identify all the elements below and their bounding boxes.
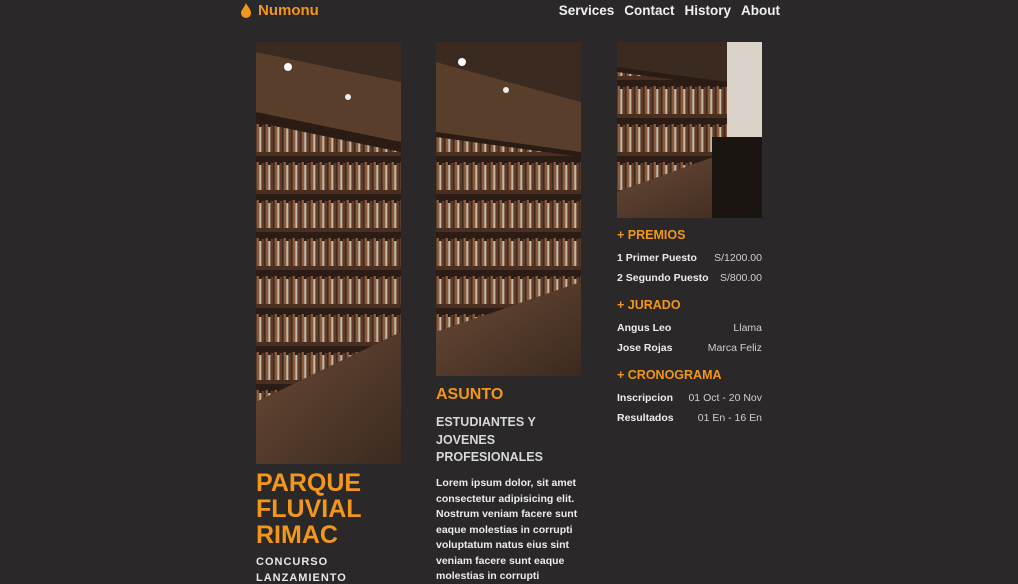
premios-section: + PREMIOS 1 Primer Puesto S/1200.00 2 Se… — [617, 228, 762, 288]
jurado-name: Jose Rojas — [617, 342, 673, 354]
library-photo-2 — [436, 42, 581, 376]
brand-name: Numonu — [258, 2, 319, 19]
flame-icon — [241, 2, 251, 18]
jurado-org: Llama — [733, 322, 762, 334]
premio-value: S/1200.00 — [714, 252, 762, 264]
nav-link-about[interactable]: About — [741, 3, 780, 18]
top-navbar: Numonu Services Contact History About — [0, 0, 1018, 22]
brand-logo[interactable]: Numonu — [240, 2, 319, 19]
library-photo-3 — [617, 42, 762, 218]
nav-link-history[interactable]: History — [685, 3, 732, 18]
library-photo-1 — [256, 42, 401, 464]
asunto-subheading: ESTUDIANTES Y JOVENES PROFESIONALES — [436, 415, 543, 464]
nav-link-contact[interactable]: Contact — [624, 3, 674, 18]
project-subtitle: CONCURSO LANZAMIENTO — [256, 556, 347, 584]
jurado-org: Marca Feliz — [707, 342, 762, 354]
jurado-section: + JURADO Angus Leo Llama Jose Rojas Marc… — [617, 298, 762, 358]
nav-link-services[interactable]: Services — [559, 3, 615, 18]
cronograma-label: Inscripcion — [617, 392, 674, 404]
premio-row: 2 Segundo Puesto S/800.00 — [617, 268, 762, 288]
project-title: PARQUE FLUVIAL RIMAC — [256, 469, 362, 549]
jurado-name: Angus Leo — [617, 322, 672, 334]
nav-menu: Services Contact History About — [559, 3, 780, 18]
cronograma-section: + CRONOGRAMA Inscripcion 01 Oct - 20 Nov… — [617, 368, 762, 428]
cronograma-date: 01 En - 16 En — [697, 412, 762, 424]
cronograma-row: Inscripcion 01 Oct - 20 Nov — [617, 388, 762, 408]
asunto-body: Lorem ipsum dolor, sit amet consectetur … — [436, 477, 578, 582]
premio-label: 2 Segundo Puesto — [617, 272, 709, 284]
cronograma-label: Resultados — [617, 412, 674, 424]
cronograma-date: 01 Oct - 20 Nov — [688, 392, 762, 404]
asunto-heading: ASUNTO — [436, 386, 504, 403]
cronograma-heading: + CRONOGRAMA — [617, 368, 722, 382]
premio-row: 1 Primer Puesto S/1200.00 — [617, 248, 762, 268]
premio-value: S/800.00 — [719, 272, 762, 284]
jurado-row: Jose Rojas Marca Feliz — [617, 338, 762, 358]
cronograma-row: Resultados 01 En - 16 En — [617, 408, 762, 428]
jurado-heading: + JURADO — [617, 298, 681, 312]
premios-heading: + PREMIOS — [617, 228, 686, 242]
jurado-row: Angus Leo Llama — [617, 318, 762, 338]
premio-label: 1 Primer Puesto — [617, 252, 697, 264]
